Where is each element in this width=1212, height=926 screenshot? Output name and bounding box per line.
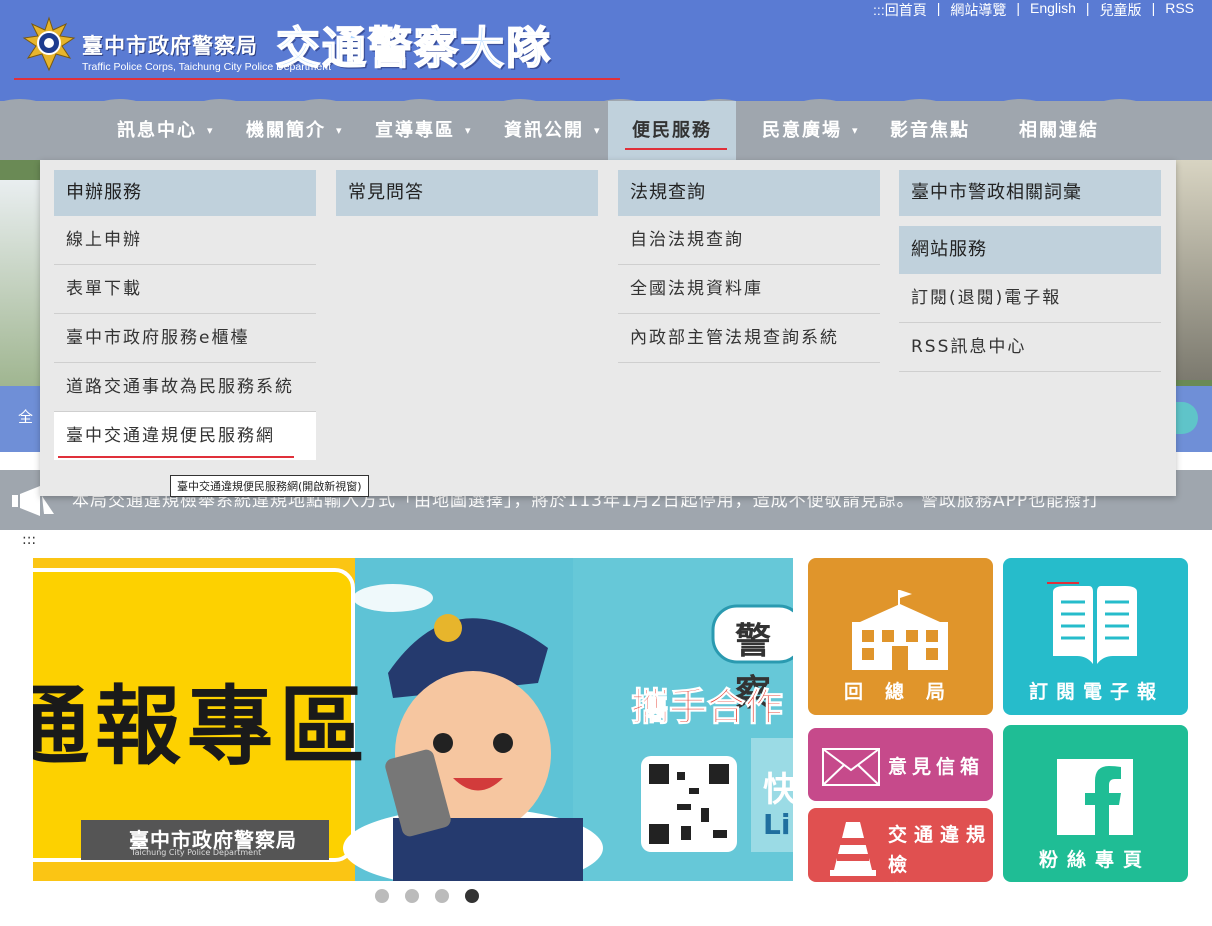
menu-heading[interactable]: 常見問答 bbox=[336, 170, 598, 216]
open-book-icon bbox=[1047, 582, 1137, 664]
slide-red-text: 攜手合作 bbox=[630, 685, 784, 730]
tile-label: 檢舉 bbox=[888, 854, 958, 882]
building-icon bbox=[852, 590, 948, 670]
chevron-down-icon: ▾ bbox=[594, 124, 602, 137]
home-link[interactable]: :::回首頁 bbox=[873, 0, 927, 20]
menu-link[interactable]: 訂閱(退閱)電子報 bbox=[899, 274, 1161, 323]
nav-label: 影音焦點 bbox=[890, 120, 970, 141]
slide-badge-en: Taichung City Police Department bbox=[131, 848, 262, 857]
chevron-down-icon: ▾ bbox=[207, 124, 215, 137]
slider-pager bbox=[375, 889, 479, 903]
menu-link[interactable]: 表單下載 bbox=[54, 265, 316, 314]
link-tooltip: 臺中交通違規便民服務網(開啟新視窗) bbox=[170, 475, 369, 497]
nav-label: 便民服務 bbox=[632, 120, 712, 141]
nav-label: 訊息中心 bbox=[117, 120, 197, 141]
promo-slider[interactable]: 通報專區 臺中市政府警察局 Taichung City Police Depar… bbox=[33, 558, 793, 881]
top-links: :::回首頁 | 網站導覽 | English | 兒童版 | RSS bbox=[873, 0, 1194, 20]
facebook-icon bbox=[1057, 759, 1133, 835]
traffic-cone-icon bbox=[830, 822, 876, 876]
tile-report-violation[interactable]: 交通違規 檢舉 bbox=[808, 808, 993, 882]
slider-dot-current[interactable] bbox=[465, 889, 479, 903]
menu-heading[interactable]: 法規查詢 bbox=[618, 170, 880, 216]
tile-label: 訂閱電子報 bbox=[1029, 681, 1165, 703]
menu-link[interactable]: 自治法規查詢 bbox=[618, 216, 880, 265]
menu-heading[interactable]: 臺中市警政相關詞彙 bbox=[899, 170, 1161, 216]
rss-link[interactable]: RSS bbox=[1165, 0, 1194, 20]
menu-column-applications: 申辦服務 線上申辦 表單下載 臺中市政府服務e櫃檯 道路交通事故為民服務系統 臺… bbox=[54, 170, 316, 460]
chevron-down-icon: ▾ bbox=[336, 124, 344, 137]
nav-item-info[interactable]: 資訊公開 ▾ bbox=[504, 101, 602, 160]
tile-headquarters[interactable]: 回總局 bbox=[808, 558, 993, 715]
nav-item-media[interactable]: 影音焦點 bbox=[890, 101, 970, 160]
menu-link[interactable]: RSS訊息中心 bbox=[899, 323, 1161, 372]
hover-underline bbox=[58, 456, 294, 458]
menu-column-terms: 臺中市警政相關詞彙 網站服務 訂閱(退閱)電子報 RSS訊息中心 bbox=[899, 170, 1161, 372]
nav-label: 民意廣場 bbox=[762, 120, 842, 141]
main-nav: 訊息中心 ▾ 機關簡介 ▾ 宣導專區 ▾ 資訊公開 ▾ 便民服務 民意廣場 ▾ 影音焦點 … bbox=[0, 101, 1212, 160]
menu-link[interactable]: 全國法規資料庫 bbox=[618, 265, 880, 314]
sitemap-link[interactable]: 網站導覽 bbox=[950, 0, 1006, 20]
nav-item-about[interactable]: 機關簡介 ▾ bbox=[246, 101, 344, 160]
tile-label: 交通違規 bbox=[888, 824, 993, 846]
slide-side-text-2: Li bbox=[763, 808, 791, 841]
menu-column-faq: 常見問答 bbox=[336, 170, 598, 216]
org-name-cn: 臺中市政府警察局 bbox=[82, 34, 258, 58]
menu-link-hovered[interactable]: 臺中交通違規便民服務網 bbox=[54, 412, 316, 460]
nav-label: 相關連結 bbox=[1019, 120, 1099, 141]
english-link[interactable]: English bbox=[1030, 0, 1076, 20]
nav-label: 宣導專區 bbox=[375, 120, 455, 141]
tile-facebook[interactable]: 粉絲專頁 bbox=[1003, 725, 1188, 882]
content-anchor[interactable]: ::: bbox=[22, 532, 36, 548]
nav-item-links[interactable]: 相關連結 bbox=[1019, 101, 1099, 160]
active-underline bbox=[625, 148, 727, 150]
envelope-icon bbox=[822, 748, 880, 786]
menu-column-regulations: 法規查詢 自治法規查詢 全國法規資料庫 內政部主管法規查詢系統 bbox=[618, 170, 880, 363]
tile-label: 粉絲專頁 bbox=[1039, 849, 1152, 871]
menu-link[interactable]: 內政部主管法規查詢系統 bbox=[618, 314, 880, 363]
nav-item-public-opinion[interactable]: 民意廣場 ▾ bbox=[762, 101, 860, 160]
slider-dot[interactable] bbox=[375, 889, 389, 903]
menu-link-label: 臺中交通違規便民服務網 bbox=[66, 426, 275, 446]
kids-link[interactable]: 兒童版 bbox=[1100, 0, 1142, 20]
menu-link[interactable]: 線上申辦 bbox=[54, 216, 316, 265]
services-mega-menu: 申辦服務 線上申辦 表單下載 臺中市政府服務e櫃檯 道路交通事故為民服務系統 臺… bbox=[40, 160, 1176, 496]
nav-label: 資訊公開 bbox=[504, 120, 584, 141]
tile-newsletter[interactable]: 訂閱電子報 bbox=[1003, 558, 1188, 715]
slider-dot[interactable] bbox=[405, 889, 419, 903]
chevron-down-icon: ▾ bbox=[465, 124, 473, 137]
banner-photo-right bbox=[1176, 160, 1212, 380]
menu-heading[interactable]: 申辦服務 bbox=[54, 170, 316, 216]
tile-label: 回總局 bbox=[844, 681, 968, 703]
tile-label: 意見信箱 bbox=[888, 756, 985, 778]
tile-mailbox[interactable]: 意見信箱 bbox=[808, 728, 993, 801]
chevron-down-icon: ▾ bbox=[852, 124, 860, 137]
menu-heading[interactable]: 網站服務 bbox=[899, 226, 1161, 274]
slide-side-text-1: 快 bbox=[763, 770, 793, 810]
slide-text-big: 通報專區 bbox=[33, 677, 371, 777]
nav-label: 機關簡介 bbox=[246, 120, 326, 141]
police-emblem-icon bbox=[22, 16, 76, 72]
site-logo[interactable]: 臺中市政府警察局 交通警察大隊 Traffic Police Corps, Ta… bbox=[14, 14, 620, 80]
site-header: 臺中市政府警察局 交通警察大隊 Traffic Police Corps, Ta… bbox=[0, 0, 1212, 110]
org-name-en: Traffic Police Corps, Taichung City Poli… bbox=[82, 61, 331, 73]
nav-item-promotion[interactable]: 宣導專區 ▾ bbox=[375, 101, 473, 160]
nav-item-services[interactable]: 便民服務 bbox=[608, 101, 736, 160]
banner-caption-text: 全 bbox=[18, 408, 34, 426]
slider-dot[interactable] bbox=[435, 889, 449, 903]
nav-item-news[interactable]: 訊息中心 ▾ bbox=[117, 101, 215, 160]
menu-link[interactable]: 道路交通事故為民服務系統 bbox=[54, 363, 316, 412]
menu-link[interactable]: 臺中市政府服務e櫃檯 bbox=[54, 314, 316, 363]
